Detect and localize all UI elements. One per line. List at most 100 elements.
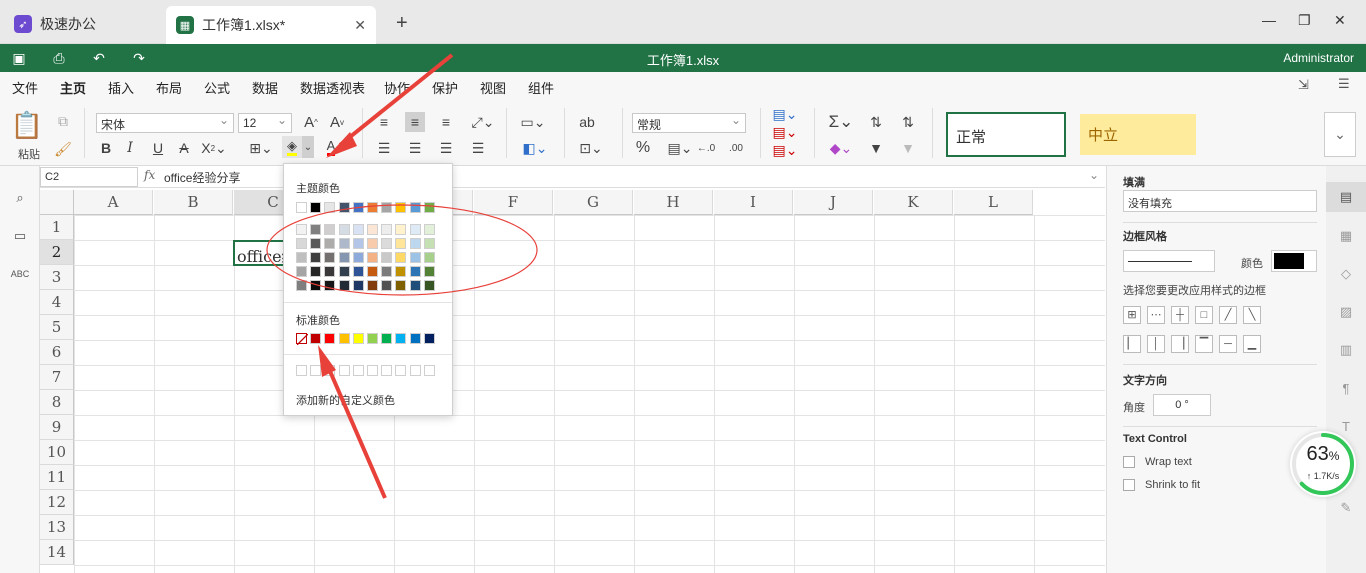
border-center-v-icon[interactable]: │ [1147, 335, 1165, 353]
border-inside-cross-icon[interactable]: ┼ [1171, 306, 1189, 324]
theme-shade-swatch[interactable] [296, 224, 307, 235]
shrink-to-fit-checkbox[interactable] [1123, 479, 1135, 491]
standard-color-swatch[interactable] [395, 333, 407, 344]
tab-workbook[interactable]: ▦ 工作簿1.xlsx* ✕ [166, 6, 376, 44]
standard-color-swatch[interactable] [352, 333, 364, 344]
border-left-icon[interactable]: ▏ [1123, 335, 1141, 353]
borders-icon[interactable]: ⊞⌄ [248, 138, 274, 158]
cell-settings-icon[interactable]: ▤ [1326, 182, 1366, 212]
border-center-h-icon[interactable]: ─ [1219, 335, 1237, 353]
row-header-9[interactable]: 9 [40, 415, 74, 440]
menu-home[interactable]: 主页 [60, 78, 87, 103]
custom-color-slot[interactable] [381, 365, 393, 376]
border-right-icon[interactable]: ▕ [1171, 335, 1189, 353]
align-center-icon[interactable]: ☰ [405, 138, 425, 158]
close-icon[interactable]: ✕ [354, 17, 366, 34]
fill-color-dropdown[interactable]: ⌄ [302, 136, 314, 158]
paste-icon[interactable]: 📋 [11, 110, 43, 140]
theme-color-swatch[interactable] [367, 202, 378, 213]
number-format-select[interactable]: 常规 [632, 113, 746, 133]
theme-shade-swatch[interactable] [352, 266, 364, 277]
theme-shade-swatch[interactable] [409, 238, 421, 249]
row-header-4[interactable]: 4 [40, 290, 74, 315]
theme-shade-swatch[interactable] [310, 224, 322, 235]
network-speed-widget[interactable]: 63% ↑ 1.7K/s [1290, 431, 1356, 497]
theme-shade-swatch[interactable] [423, 280, 435, 291]
font-size-select[interactable]: 12 [238, 113, 292, 133]
row-header-3[interactable]: 3 [40, 265, 74, 290]
format-cells-icon[interactable]: ▤⌄ [770, 142, 800, 158]
orientation-icon[interactable]: ⤢⌄ [468, 112, 498, 132]
standard-color-swatch[interactable] [310, 333, 322, 344]
theme-shade-swatch[interactable] [395, 252, 407, 263]
theme-shade-swatch[interactable] [381, 266, 393, 277]
border-diag-up-icon[interactable]: ╱ [1219, 306, 1237, 324]
theme-shade-swatch[interactable] [409, 252, 421, 263]
spreadsheet-grid[interactable]: ABCDEFGHIJKL 1234567891011121314 office经… [40, 190, 1105, 573]
theme-shade-swatch[interactable] [409, 224, 421, 235]
shape-icon[interactable]: ◇ [1338, 266, 1354, 282]
row-header-13[interactable]: 13 [40, 515, 74, 540]
theme-shade-swatch[interactable] [310, 266, 322, 277]
theme-shade-swatch[interactable] [310, 238, 322, 249]
menu-collab[interactable]: 协作 [384, 78, 410, 97]
italic-button[interactable]: I [120, 138, 140, 158]
theme-color-swatch[interactable] [381, 202, 393, 213]
clear-icon[interactable]: ◆⌄ [826, 138, 856, 158]
add-custom-color-link[interactable]: 添加新的自定义颜色 [296, 392, 395, 408]
theme-color-swatch[interactable] [423, 202, 435, 213]
standard-color-swatch[interactable] [338, 333, 350, 344]
clear-filter-icon[interactable]: ▼ [898, 138, 918, 158]
standard-color-swatch[interactable] [409, 333, 421, 344]
theme-shade-swatch[interactable] [324, 238, 336, 249]
menu-file[interactable]: 文件 [12, 78, 38, 97]
currency-icon[interactable]: ▤⌄ [666, 138, 694, 158]
border-color-select[interactable] [1271, 250, 1317, 272]
column-header-b[interactable]: B [154, 190, 233, 215]
style-neutral[interactable]: 中立 [1080, 114, 1196, 155]
theme-shade-swatch[interactable] [381, 238, 393, 249]
bold-button[interactable]: B [96, 138, 116, 158]
theme-shade-swatch[interactable] [352, 252, 364, 263]
image-icon[interactable]: ▨ [1338, 304, 1354, 320]
hamburger-menu-icon[interactable]: ☰ [1338, 76, 1350, 92]
expand-formula-icon[interactable]: ⌄ [1089, 168, 1099, 182]
fill-select[interactable]: 没有填充 [1123, 190, 1317, 212]
menu-pivot[interactable]: 数据透视表 [300, 78, 365, 97]
theme-shade-swatch[interactable] [395, 280, 407, 291]
theme-shade-swatch[interactable] [338, 238, 350, 249]
theme-shade-swatch[interactable] [296, 252, 307, 263]
theme-shade-swatch[interactable] [352, 224, 364, 235]
increase-decimal-icon[interactable]: .00 [726, 138, 746, 158]
column-header-a[interactable]: A [74, 190, 153, 215]
custom-color-slot[interactable] [310, 365, 322, 376]
name-box[interactable]: C2 [40, 167, 138, 187]
theme-shade-swatch[interactable] [324, 224, 336, 235]
theme-shade-swatch[interactable] [409, 280, 421, 291]
column-header-k[interactable]: K [874, 190, 953, 215]
menu-plugins[interactable]: 组件 [528, 78, 554, 97]
minimize-icon[interactable]: — [1262, 12, 1276, 28]
menu-layout[interactable]: 布局 [156, 78, 182, 97]
theme-shade-swatch[interactable] [352, 280, 364, 291]
angle-input[interactable]: 0 ° [1153, 394, 1211, 416]
theme-shade-swatch[interactable] [367, 224, 378, 235]
wrap-text-checkbox[interactable] [1123, 456, 1135, 468]
border-line-select[interactable] [1123, 250, 1215, 272]
theme-color-swatch[interactable] [338, 202, 350, 213]
theme-shade-swatch[interactable] [395, 266, 407, 277]
theme-shade-swatch[interactable] [310, 280, 322, 291]
wrap-icon[interactable]: ▭⌄ [516, 112, 550, 132]
theme-shade-swatch[interactable] [367, 280, 378, 291]
row-header-1[interactable]: 1 [40, 215, 74, 240]
theme-shade-swatch[interactable] [423, 224, 435, 235]
theme-shade-swatch[interactable] [381, 252, 393, 263]
increase-font-icon[interactable]: A ^ [302, 112, 320, 132]
close-window-icon[interactable]: ✕ [1334, 12, 1346, 29]
expand-styles-icon[interactable]: ⌄ [1324, 112, 1356, 157]
column-header-j[interactable]: J [794, 190, 873, 215]
custom-color-slot[interactable] [352, 365, 364, 376]
custom-color-slot[interactable] [395, 365, 407, 376]
standard-color-swatch[interactable] [381, 333, 393, 344]
spellcheck-icon[interactable]: ABC [11, 266, 30, 282]
